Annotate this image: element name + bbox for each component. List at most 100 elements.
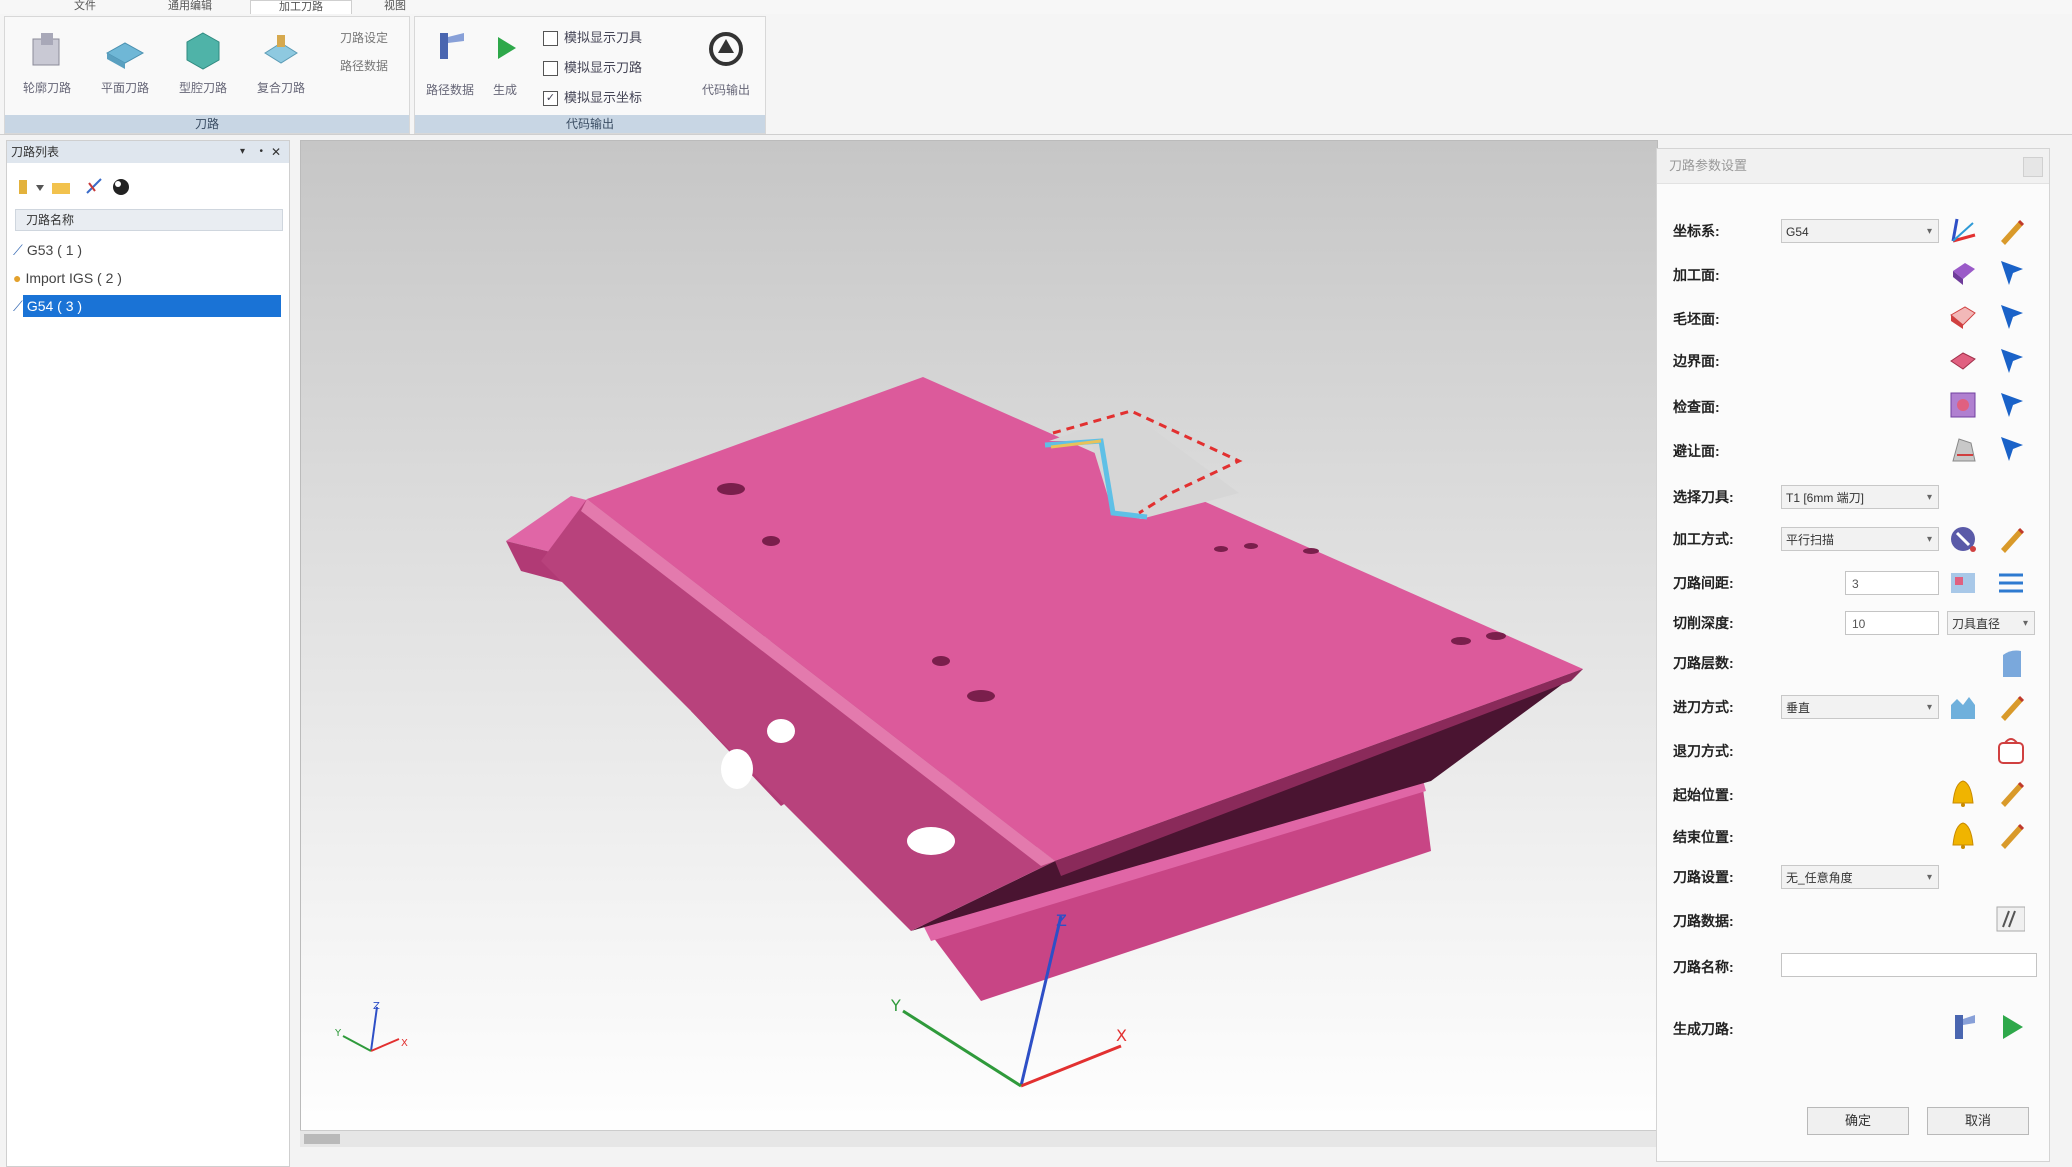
edit-pencil-icon[interactable]	[1995, 523, 2025, 553]
tab-file[interactable]: 文件	[40, 0, 130, 13]
toolpath-icon: ⟋	[13, 298, 23, 314]
mode-config-icon[interactable]	[1947, 523, 1977, 553]
tab-toolpath[interactable]: 加工刀路	[250, 0, 352, 14]
code-output-button[interactable]: 代码输出	[693, 27, 759, 107]
pin-icon[interactable]: •	[259, 141, 263, 163]
play-icon[interactable]	[1995, 1011, 2025, 1041]
spacing-preview-icon[interactable]	[1947, 567, 1977, 597]
retract-icon[interactable]	[1995, 735, 2025, 765]
bell-icon[interactable]	[1947, 819, 1977, 849]
tab-general-edit[interactable]: 通用编辑	[140, 0, 240, 13]
tool-icon[interactable]	[1947, 1011, 1977, 1041]
tool-holder-icon[interactable]	[15, 179, 31, 195]
ribbon: 轮廓刀路 平面刀路 型腔刀路 复合刀路 刀路设定 路径数据 刀路 路径数据 生成	[0, 14, 2072, 135]
tree-item-g54[interactable]: ⟋ G54 ( 3 )	[13, 295, 293, 317]
path-data-button[interactable]: 路径数据	[327, 57, 401, 75]
entry-preview-icon[interactable]	[1947, 691, 1977, 721]
tree-item-g53[interactable]: ⟋ G53 ( 1 )	[13, 239, 293, 261]
check-show-path[interactable]: 模拟显示刀路	[543, 57, 642, 79]
label-end-position: 结束位置:	[1673, 829, 1734, 845]
label-path-spacing: 刀路间距:	[1673, 575, 1734, 591]
toolpath-icon: ⟋	[13, 242, 23, 258]
plane-icon	[105, 42, 145, 69]
ok-button[interactable]: 确定	[1807, 1107, 1909, 1135]
dropdown-icon[interactable]	[35, 183, 45, 193]
check-show-axis[interactable]: ✓ 模拟显示坐标	[543, 87, 642, 109]
spacing-list-icon[interactable]	[1995, 567, 2025, 597]
contour-toolpath-button[interactable]: 轮廓刀路	[11, 21, 83, 111]
compound-toolpath-button[interactable]: 复合刀路	[245, 21, 317, 111]
tool-select[interactable]: T1 [6mm 端刀] ▾	[1781, 485, 1939, 509]
close-button[interactable]	[2023, 157, 2043, 177]
setting-select[interactable]: 无_任意角度 ▾	[1781, 865, 1939, 889]
panel-toolbar	[7, 175, 289, 199]
tab-view[interactable]: 视图	[360, 0, 430, 13]
bell-icon[interactable]	[1947, 777, 1977, 807]
tree-item-import-igs[interactable]: ● Import IGS ( 2 )	[13, 267, 293, 289]
play-icon	[498, 37, 516, 59]
edit-pencil-icon[interactable]	[1995, 819, 2025, 849]
corner-axis-y-label: Y	[334, 1028, 342, 1039]
mode-select[interactable]: 平行扫描 ▾	[1781, 527, 1939, 551]
edit-pencil-icon[interactable]	[1995, 691, 2025, 721]
label-retract: 退刀方式:	[1673, 743, 1734, 759]
dropdown-icon[interactable]: ▾	[240, 141, 245, 163]
boundary-surface-icon[interactable]	[1947, 345, 1977, 375]
plane-toolpath-button[interactable]: 平面刀路	[89, 21, 161, 111]
panel-title: 刀路列表	[11, 145, 60, 159]
edit-path-icon[interactable]	[85, 177, 105, 195]
check-surface-icon[interactable]	[1947, 389, 1977, 419]
label-path-data: 刀路数据:	[1673, 913, 1734, 929]
entry-select[interactable]: 垂直 ▾	[1781, 695, 1939, 719]
path-data-icon[interactable]	[1995, 903, 2025, 933]
label-machining-surface: 加工面:	[1673, 267, 1720, 283]
sphere-icon[interactable]	[111, 177, 131, 197]
close-icon[interactable]: ✕	[271, 141, 281, 163]
label-path-setting: 刀路设置:	[1673, 869, 1734, 885]
panel-title-bar: 刀路列表 ▾ • ✕	[7, 141, 289, 163]
path-name-input[interactable]	[1781, 953, 2037, 977]
viewport-scrollbar[interactable]	[300, 1130, 1656, 1147]
check-show-tool[interactable]: 模拟显示刀具	[543, 27, 642, 49]
path-data-tool-button[interactable]: 路径数据	[423, 29, 477, 109]
edit-pencil-icon[interactable]	[1995, 777, 2025, 807]
depth-mode-select[interactable]: 刀具直径 ▾	[1947, 611, 2035, 635]
checkbox-icon[interactable]	[543, 31, 558, 47]
scrollbar-thumb[interactable]	[304, 1134, 340, 1144]
cancel-button[interactable]: 取消	[1927, 1107, 2029, 1135]
blank-surface-icon[interactable]	[1947, 301, 1977, 331]
surface-pick-icon[interactable]	[1947, 257, 1977, 287]
contour-icon	[32, 33, 60, 66]
avoid-surface-icon[interactable]	[1947, 433, 1977, 463]
label-avoid-surface: 避让面:	[1673, 443, 1720, 459]
select-arrow-icon[interactable]	[1995, 389, 2025, 419]
label-check-surface: 检查面:	[1673, 399, 1720, 415]
edit-pencil-icon[interactable]	[1995, 215, 2025, 245]
toolpath-settings-button[interactable]: 刀路设定	[327, 29, 401, 47]
select-arrow-icon[interactable]	[1995, 433, 2025, 463]
cavity-toolpath-button[interactable]: 型腔刀路	[167, 21, 239, 111]
corner-axis-z-label: Z	[373, 1001, 380, 1012]
chevron-down-icon: ▾	[1926, 872, 1932, 883]
select-arrow-icon[interactable]	[1995, 345, 2025, 375]
part-model[interactable]: Z X Y Z X Y	[301, 141, 1657, 1141]
label-blank-surface: 毛坯面:	[1673, 311, 1720, 327]
toolpath-list-panel: 刀路列表 ▾ • ✕ 刀路名称 ⟋ G53 ( 1 ) ● Import IGS (…	[6, 140, 290, 1167]
depth-input[interactable]: 10	[1845, 611, 1939, 635]
checkbox-icon[interactable]	[543, 61, 558, 77]
3d-viewport[interactable]: Z X Y Z X Y	[300, 140, 1658, 1142]
checkbox-checked-icon[interactable]: ✓	[543, 91, 558, 107]
spacing-input[interactable]: 3	[1845, 571, 1939, 595]
chevron-down-icon: ▾	[1926, 702, 1932, 713]
folder-icon[interactable]	[51, 179, 71, 195]
chevron-down-icon: ▾	[2022, 618, 2028, 629]
select-arrow-icon[interactable]	[1995, 301, 2025, 331]
layers-icon[interactable]	[1995, 647, 2025, 677]
select-arrow-icon[interactable]	[1995, 257, 2025, 287]
label-path-layers: 刀路层数:	[1673, 655, 1734, 671]
generate-button[interactable]: 生成	[485, 29, 525, 109]
chevron-down-icon: ▾	[1926, 226, 1932, 237]
ribbon-group-toolpath: 轮廓刀路 平面刀路 型腔刀路 复合刀路 刀路设定 路径数据 刀路	[4, 16, 410, 134]
axis-pick-icon[interactable]	[1947, 215, 1977, 245]
coordinate-select[interactable]: G54 ▾	[1781, 219, 1939, 243]
